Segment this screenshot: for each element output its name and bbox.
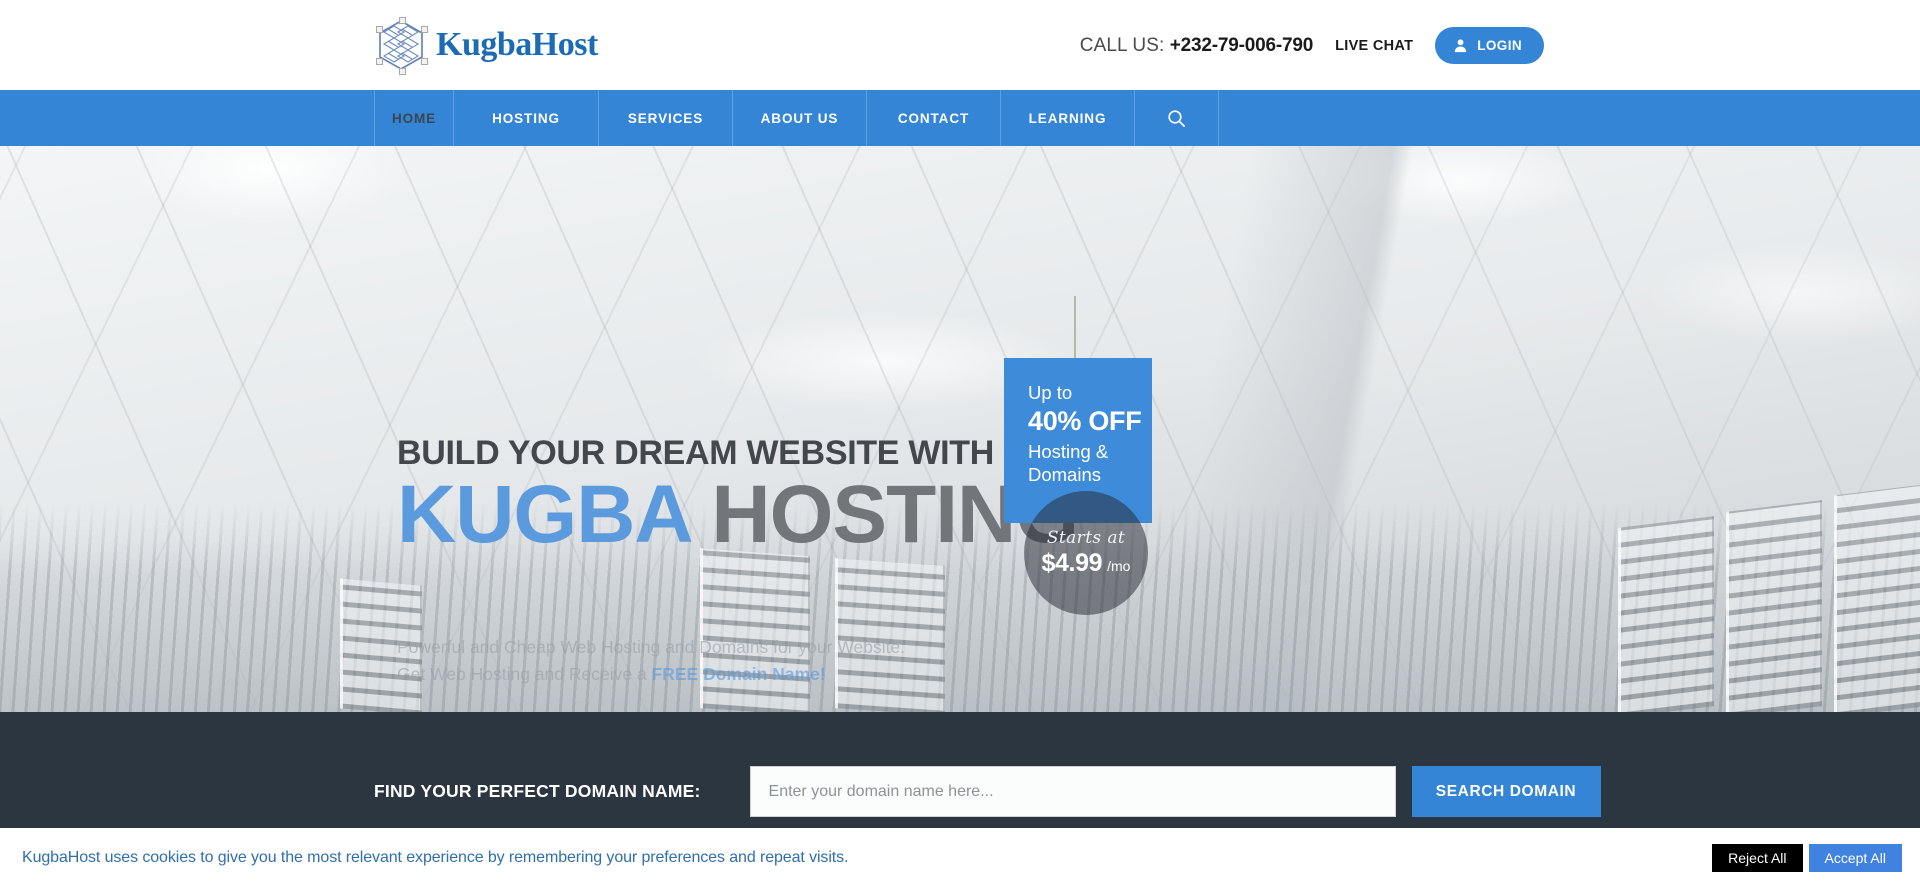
domain-search-input[interactable] — [749, 766, 1396, 817]
hero-subtitle-prefix: Get Web Hosting and Receive a — [397, 664, 652, 685]
search-domain-button[interactable]: SEARCH DOMAIN — [1411, 766, 1601, 817]
nav-item-about-us[interactable]: ABOUT US — [733, 90, 867, 146]
rack-column — [1618, 516, 1714, 712]
promo-hanging-string — [1074, 296, 1076, 358]
accept-all-button[interactable]: Accept All — [1808, 844, 1902, 872]
site-logo[interactable]: KugbaHost — [374, 17, 598, 75]
domain-search-label: FIND YOUR PERFECT DOMAIN NAME: — [374, 781, 701, 801]
hero-headline-highlight: KUGBA — [397, 469, 691, 560]
nav-item-learning[interactable]: LEARNING — [1001, 90, 1135, 146]
hero-headline-line2: KUGBA HOSTING — [397, 474, 1097, 556]
promo-upto-label: Up to — [1028, 382, 1073, 403]
live-chat-link[interactable]: LIVE CHAT — [1335, 38, 1413, 54]
page-root: KugbaHost CALL US: +232-79-006-790 LIVE … — [0, 0, 1920, 888]
free-domain-link[interactable]: FREE Domain Name! — [652, 664, 826, 684]
person-icon — [1455, 39, 1467, 53]
hero-subtitle-line1: Powerful and Cheap Web Hosting and Domai… — [397, 637, 906, 657]
hero-subtitle: Powerful and Cheap Web Hosting and Domai… — [397, 634, 1037, 688]
promo-price-row: $4.99 /mo — [1042, 549, 1131, 578]
search-icon — [1168, 109, 1185, 127]
domain-search-row: FIND YOUR PERFECT DOMAIN NAME: SEARCH DO… — [374, 766, 1601, 817]
reject-all-button[interactable]: Reject All — [1712, 844, 1803, 872]
cookie-message: KugbaHost uses cookies to give you the m… — [22, 849, 849, 866]
nav-item-hosting[interactable]: HOSTING — [454, 90, 599, 146]
cookie-consent-banner: KugbaHost uses cookies to give you the m… — [0, 828, 1920, 888]
hero-subtitle-line2: Get Web Hosting and Receive a FREE Domai… — [397, 661, 1037, 688]
promo-line2: Domains — [1028, 464, 1101, 486]
promo-line1: Hosting & — [1028, 440, 1109, 462]
promo-price-circle: Starts at $4.99 /mo — [1024, 491, 1148, 615]
rack-column — [1834, 484, 1920, 712]
phone-number[interactable]: +232-79-006-790 — [1170, 35, 1314, 56]
promo-starts-at-label: Starts at — [1046, 528, 1126, 548]
login-button[interactable]: LOGIN — [1435, 27, 1544, 64]
nav-item-contact[interactable]: CONTACT — [867, 90, 1001, 146]
promo-period: /mo — [1107, 558, 1131, 574]
cookie-actions: Reject All Accept All — [1712, 844, 1902, 872]
main-navigation: HOME HOSTING SERVICES ABOUT US CONTACT L… — [0, 90, 1920, 146]
nav-item-services[interactable]: SERVICES — [599, 90, 733, 146]
hero-headline-line1: BUILD YOUR DREAM WEBSITE WITH — [397, 434, 994, 472]
promo-discount: 40% OFF — [1028, 406, 1142, 437]
hero-slider: BUILD YOUR DREAM WEBSITE WITH KUGBA HOST… — [0, 146, 1920, 712]
call-us-label: CALL US: — [1079, 34, 1165, 56]
rack-column — [1726, 500, 1822, 712]
nav-search-button[interactable] — [1135, 90, 1219, 146]
nav-item-home[interactable]: HOME — [374, 90, 454, 146]
call-us-block: CALL US: +232-79-006-790 — [1080, 35, 1313, 57]
hexagon-pattern-icon — [374, 17, 428, 75]
login-button-label: LOGIN — [1477, 38, 1522, 53]
promo-price: $4.99 — [1041, 549, 1103, 577]
header-contact-area: CALL US: +232-79-006-790 LIVE CHAT LOGIN — [1080, 27, 1544, 64]
hero-headline-block: BUILD YOUR DREAM WEBSITE WITH KUGBA HOST… — [397, 436, 1097, 556]
logo-wordmark: KugbaHost — [436, 26, 598, 63]
site-header: KugbaHost CALL US: +232-79-006-790 LIVE … — [0, 0, 1920, 90]
